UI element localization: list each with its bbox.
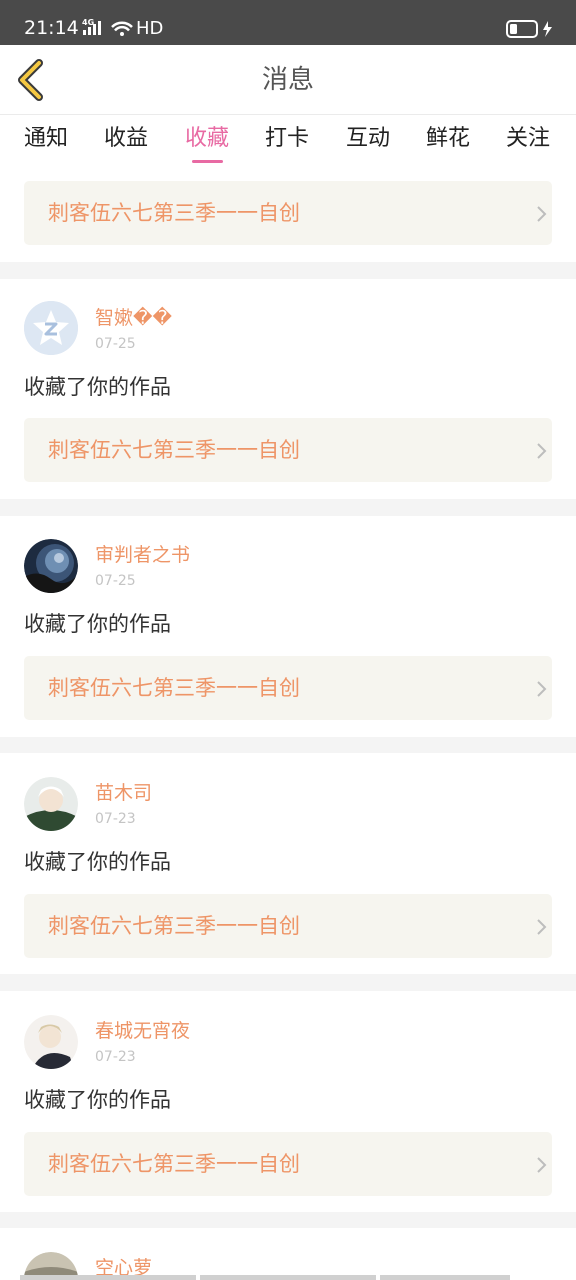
message-date: 07-23 (95, 811, 136, 827)
tab-checkin[interactable]: 打卡 (265, 124, 309, 154)
chevron-right-icon (537, 443, 547, 459)
default-avatar-icon (24, 301, 78, 355)
chevron-right-icon (537, 1157, 547, 1173)
message-item: 空心萝 (0, 1228, 576, 1280)
work-title: 刺客伍六七第三季一一自创 (48, 1152, 300, 1176)
message-item: 审判者之书 07-25 收藏了你的作品 刺客伍六七第三季一一自创 (0, 516, 576, 737)
tab-notice[interactable]: 通知 (24, 124, 68, 154)
user-name[interactable]: 苗木司 (95, 781, 152, 805)
network-type-label: 4G (82, 18, 94, 27)
action-text: 收藏了你的作品 (24, 1088, 171, 1112)
user-name[interactable]: 智嫰�� (95, 306, 172, 330)
avatar-image (24, 1015, 78, 1069)
page-title: 消息 (261, 65, 314, 95)
tab-earnings[interactable]: 收益 (104, 124, 148, 154)
avatar-image (24, 777, 78, 831)
work-title: 刺客伍六七第三季一一自创 (48, 438, 300, 462)
message-item: 春城无宵夜 07-23 收藏了你的作品 刺客伍六七第三季一一自创 (0, 991, 576, 1212)
message-item: 苗木司 07-23 收藏了你的作品 刺客伍六七第三季一一自创 (0, 753, 576, 974)
avatar[interactable] (24, 777, 78, 831)
avatar[interactable] (24, 539, 78, 593)
work-title: 刺客伍六七第三季一一自创 (48, 914, 300, 938)
action-text: 收藏了你的作品 (24, 850, 171, 874)
active-tab-indicator (192, 160, 223, 163)
tab-follow[interactable]: 关注 (506, 124, 550, 154)
tab-interaction[interactable]: 互动 (346, 124, 390, 154)
avatar-image (24, 539, 78, 593)
status-bar: 21:14 4G HD (0, 0, 576, 45)
work-title: 刺客伍六七第三季一一自创 (48, 676, 300, 700)
hd-indicator: HD (136, 18, 164, 39)
tab-favorites[interactable]: 收藏 (185, 124, 229, 154)
user-name[interactable]: 春城无宵夜 (95, 1019, 190, 1043)
app-header: 消息 (0, 45, 576, 115)
work-link-card[interactable]: 刺客伍六七第三季一一自创 (24, 894, 552, 958)
action-text: 收藏了你的作品 (24, 612, 171, 636)
navigation-gesture-bar (20, 1275, 510, 1280)
message-date: 07-23 (95, 1049, 136, 1065)
work-title: 刺客伍六七第三季一一自创 (48, 201, 300, 225)
tab-flowers[interactable]: 鲜花 (426, 124, 470, 154)
message-date: 07-25 (95, 336, 136, 352)
avatar[interactable] (24, 301, 78, 355)
user-name[interactable]: 审判者之书 (95, 543, 190, 567)
category-tabs: 通知 收益 收藏 打卡 互动 鲜花 关注 (0, 115, 576, 165)
work-link-card[interactable]: 刺客伍六七第三季一一自创 (24, 418, 552, 482)
chevron-right-icon (537, 206, 547, 222)
work-link-card[interactable]: 刺客伍六七第三季一一自创 (24, 1132, 552, 1196)
avatar[interactable] (24, 1015, 78, 1069)
action-text: 收藏了你的作品 (24, 375, 171, 399)
chevron-right-icon (537, 919, 547, 935)
message-date: 07-25 (95, 573, 136, 589)
chevron-right-icon (537, 681, 547, 697)
status-time: 21:14 (24, 17, 79, 39)
work-link-card[interactable]: 刺客伍六七第三季一一自创 (24, 656, 552, 720)
message-item: 刺客伍六七第三季一一自创 (0, 165, 576, 262)
work-link-card[interactable]: 刺客伍六七第三季一一自创 (24, 181, 552, 245)
message-item: 智嫰�� 07-25 收藏了你的作品 刺客伍六七第三季一一自创 (0, 279, 576, 499)
battery-charging-icon (506, 20, 552, 38)
